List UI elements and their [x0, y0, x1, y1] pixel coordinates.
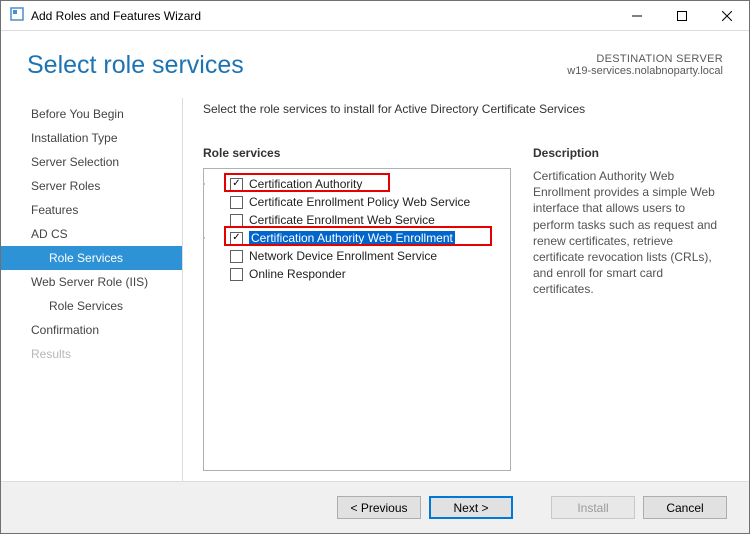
wizard-main: Select the role services to install for … — [183, 98, 749, 481]
title-bar: Add Roles and Features Wizard — [1, 1, 749, 31]
minimize-button[interactable] — [614, 1, 659, 30]
nav-installation-type[interactable]: Installation Type — [1, 126, 182, 150]
content-columns: Role services ✓ Certification Authority … — [203, 146, 723, 471]
nav-results: Results — [1, 342, 182, 366]
destination-server: w19-services.nolabnoparty.local — [567, 65, 723, 77]
highlight-arrow-icon — [203, 232, 205, 244]
svc-label: Certification Authority — [249, 177, 362, 191]
svc-network-device-enroll[interactable]: Network Device Enrollment Service — [208, 247, 506, 265]
nav-features[interactable]: Features — [1, 198, 182, 222]
wizard-window: Add Roles and Features Wizard Select rol… — [0, 0, 750, 534]
nav-confirmation[interactable]: Confirmation — [1, 318, 182, 342]
window-controls — [614, 1, 749, 30]
svc-online-responder[interactable]: Online Responder — [208, 265, 506, 283]
destination-label: DESTINATION SERVER — [567, 53, 723, 65]
svc-cert-enroll-web[interactable]: Certificate Enrollment Web Service — [208, 211, 506, 229]
next-button[interactable]: Next > — [429, 496, 513, 519]
instruction-text: Select the role services to install for … — [203, 102, 723, 116]
wizard-nav: Before You Begin Installation Type Serve… — [1, 98, 183, 481]
app-icon — [9, 6, 25, 25]
svc-label: Certificate Enrollment Policy Web Servic… — [249, 195, 470, 209]
nav-before-you-begin[interactable]: Before You Begin — [1, 102, 182, 126]
svc-label: Online Responder — [249, 267, 346, 281]
checkbox-certification-authority[interactable]: ✓ — [230, 178, 243, 191]
description-heading: Description — [533, 146, 723, 160]
install-button: Install — [551, 496, 635, 519]
nav-role-services-adcs[interactable]: Role Services — [1, 246, 182, 270]
wizard-header: Select role services DESTINATION SERVER … — [1, 31, 749, 98]
checkbox[interactable] — [230, 214, 243, 227]
checkbox[interactable] — [230, 250, 243, 263]
svc-cert-enroll-policy-web[interactable]: Certificate Enrollment Policy Web Servic… — [208, 193, 506, 211]
svc-label: Certification Authority Web Enrollment — [249, 231, 455, 245]
role-services-column: Role services ✓ Certification Authority … — [203, 146, 511, 471]
checkbox-ca-web-enrollment[interactable]: ✓ — [230, 232, 243, 245]
nav-server-selection[interactable]: Server Selection — [1, 150, 182, 174]
description-text: Certification Authority Web Enrollment p… — [533, 168, 723, 298]
role-services-list[interactable]: ✓ Certification Authority Certificate En… — [203, 168, 511, 471]
wizard-footer: < Previous Next > Install Cancel — [1, 481, 749, 533]
svc-label: Certificate Enrollment Web Service — [249, 213, 435, 227]
svc-certification-authority[interactable]: ✓ Certification Authority — [208, 175, 506, 193]
maximize-button[interactable] — [659, 1, 704, 30]
close-button[interactable] — [704, 1, 749, 30]
checkbox[interactable] — [230, 196, 243, 209]
nav-role-services-iis[interactable]: Role Services — [1, 294, 182, 318]
nav-ad-cs[interactable]: AD CS — [1, 222, 182, 246]
cancel-button[interactable]: Cancel — [643, 496, 727, 519]
nav-web-server-role-iis[interactable]: Web Server Role (IIS) — [1, 270, 182, 294]
previous-button[interactable]: < Previous — [337, 496, 421, 519]
description-column: Description Certification Authority Web … — [533, 146, 723, 471]
svc-ca-web-enrollment[interactable]: ✓ Certification Authority Web Enrollment — [208, 229, 506, 247]
highlight-arrow-icon — [203, 178, 205, 190]
role-services-heading: Role services — [203, 146, 511, 160]
checkbox[interactable] — [230, 268, 243, 281]
wizard-body: Before You Begin Installation Type Serve… — [1, 98, 749, 481]
destination-info: DESTINATION SERVER w19-services.nolabnop… — [567, 53, 723, 77]
window-title: Add Roles and Features Wizard — [31, 9, 614, 23]
nav-server-roles[interactable]: Server Roles — [1, 174, 182, 198]
svc-label: Network Device Enrollment Service — [249, 249, 437, 263]
